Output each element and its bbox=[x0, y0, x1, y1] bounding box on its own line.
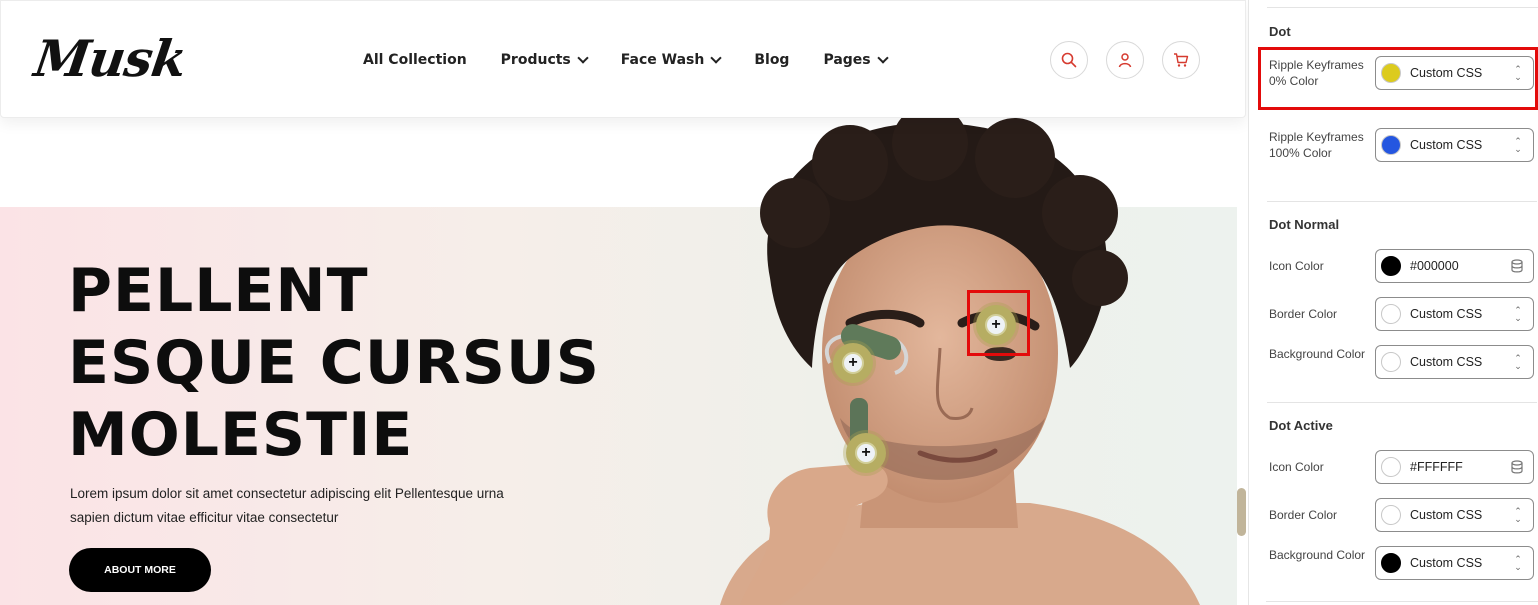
nav-face-wash[interactable]: Face Wash bbox=[620, 52, 723, 68]
normal-background-color-label: Background Color bbox=[1269, 347, 1366, 361]
nav-label: Products bbox=[500, 52, 571, 68]
color-swatch[interactable] bbox=[1381, 505, 1401, 525]
hotspot-roller-handle[interactable]: + bbox=[846, 433, 886, 473]
hotspot-highlight bbox=[967, 290, 1030, 356]
search-icon bbox=[1061, 52, 1077, 68]
up-down-icon: ⌃ ⌄ bbox=[1514, 353, 1522, 371]
database-icon[interactable] bbox=[1510, 460, 1524, 474]
color-swatch[interactable] bbox=[1381, 304, 1401, 324]
nav-label: Pages bbox=[823, 52, 871, 68]
input-value: #000000 bbox=[1410, 259, 1459, 273]
chevron-down-icon bbox=[876, 52, 889, 64]
hotspot-roller-top[interactable]: + bbox=[833, 343, 873, 383]
select-value: Custom CSS bbox=[1410, 307, 1483, 321]
hero-title-line: ESQUE CURSUS bbox=[68, 328, 600, 398]
input-value: #FFFFFF bbox=[1410, 460, 1463, 474]
main-nav: All Collection Products Face Wash Blog P… bbox=[363, 52, 921, 68]
divider bbox=[1267, 7, 1538, 8]
section-dot-active-title: Dot Active bbox=[1269, 418, 1333, 433]
plus-icon: + bbox=[855, 442, 877, 464]
normal-border-color-select[interactable]: Custom CSS ⌃ ⌄ bbox=[1375, 297, 1534, 331]
active-background-color-label: Background Color bbox=[1269, 548, 1366, 562]
chevron-down-icon bbox=[577, 52, 589, 64]
plus-icon: + bbox=[842, 352, 864, 374]
user-icon bbox=[1118, 53, 1132, 68]
up-down-icon: ⌃ ⌄ bbox=[1514, 554, 1522, 572]
color-swatch[interactable] bbox=[1381, 553, 1401, 573]
setting-highlight bbox=[1258, 47, 1538, 110]
select-value: Custom CSS bbox=[1410, 355, 1483, 369]
hero-description: Lorem ipsum dolor sit amet consectetur a… bbox=[70, 486, 504, 525]
active-background-color-select[interactable]: Custom CSS ⌃ ⌄ bbox=[1375, 546, 1534, 580]
account-button[interactable] bbox=[1106, 41, 1144, 79]
divider bbox=[1266, 601, 1538, 602]
page-preview: Musk All Collection Products Face Wash B… bbox=[0, 0, 1248, 605]
preview-scrollbar[interactable] bbox=[1237, 488, 1246, 536]
select-value: Custom CSS bbox=[1410, 138, 1483, 152]
color-swatch[interactable] bbox=[1381, 457, 1401, 477]
divider bbox=[1267, 201, 1537, 202]
nav-pages[interactable]: Pages bbox=[823, 52, 889, 68]
section-dot-normal-title: Dot Normal bbox=[1269, 217, 1340, 232]
model-photo bbox=[720, 118, 1200, 605]
color-swatch[interactable] bbox=[1381, 256, 1401, 276]
section-dot-title: Dot bbox=[1269, 24, 1291, 39]
normal-border-color-label: Border Color bbox=[1269, 307, 1338, 321]
search-button[interactable] bbox=[1050, 41, 1088, 79]
about-more-button[interactable]: ABOUT MORE bbox=[69, 548, 211, 592]
up-down-icon: ⌃ ⌄ bbox=[1514, 506, 1522, 524]
divider bbox=[1267, 402, 1537, 403]
cart-icon bbox=[1174, 53, 1189, 67]
up-down-icon: ⌃ ⌄ bbox=[1514, 136, 1522, 154]
color-swatch[interactable] bbox=[1381, 135, 1401, 155]
hero-title-line: MOLESTIE bbox=[68, 400, 414, 470]
nav-label: All Collection bbox=[363, 52, 467, 68]
active-icon-color-input[interactable]: #FFFFFF bbox=[1375, 450, 1534, 484]
color-swatch[interactable] bbox=[1381, 352, 1401, 372]
hero-title: PELLENT ESQUE CURSUS MOLESTIE bbox=[68, 255, 600, 471]
select-value: Custom CSS bbox=[1410, 508, 1483, 522]
up-down-icon: ⌃ ⌄ bbox=[1514, 305, 1522, 323]
ripple-100-label: Ripple Keyframes 100% Color bbox=[1269, 130, 1364, 160]
chevron-down-icon bbox=[710, 52, 723, 64]
normal-icon-color-label: Icon Color bbox=[1269, 259, 1324, 273]
site-logo[interactable]: Musk bbox=[31, 29, 190, 88]
nav-blog[interactable]: Blog bbox=[754, 52, 789, 68]
active-border-color-select[interactable]: Custom CSS ⌃ ⌄ bbox=[1375, 498, 1534, 532]
cart-button[interactable] bbox=[1162, 41, 1200, 79]
database-icon[interactable] bbox=[1510, 259, 1524, 273]
active-icon-color-label: Icon Color bbox=[1269, 460, 1324, 474]
active-border-color-label: Border Color bbox=[1269, 508, 1338, 522]
nav-products[interactable]: Products bbox=[500, 52, 589, 68]
normal-icon-color-input[interactable]: #000000 bbox=[1375, 249, 1534, 283]
hero-title-line: PELLENT bbox=[68, 256, 369, 326]
site-header: Musk All Collection Products Face Wash B… bbox=[0, 0, 1246, 118]
nav-label: Blog bbox=[754, 52, 790, 68]
nav-all-collection[interactable]: All Collection bbox=[363, 52, 467, 68]
nav-label: Face Wash bbox=[620, 52, 705, 68]
select-value: Custom CSS bbox=[1410, 556, 1483, 570]
ripple-100-color-select[interactable]: Custom CSS ⌃ ⌄ bbox=[1375, 128, 1534, 162]
normal-background-color-select[interactable]: Custom CSS ⌃ ⌄ bbox=[1375, 345, 1534, 379]
